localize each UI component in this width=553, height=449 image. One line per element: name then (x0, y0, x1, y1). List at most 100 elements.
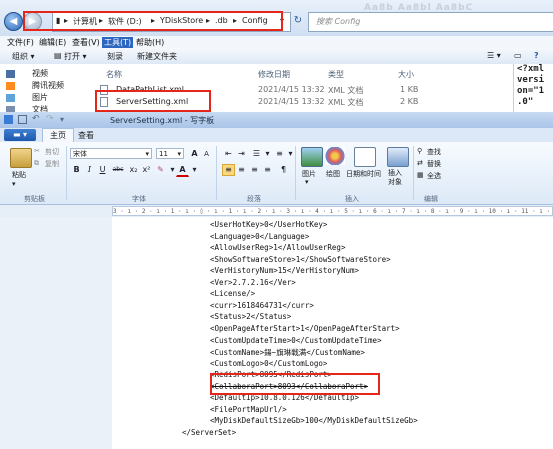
nav-item-pictures[interactable]: 图片 (32, 92, 48, 103)
organize-button[interactable]: 组织 ▾ (12, 51, 35, 62)
cut-button[interactable]: 剪切 (45, 147, 59, 157)
bold-button[interactable]: B (70, 164, 83, 176)
file-menu-arrow: ▾ (23, 130, 28, 139)
group-divider (216, 146, 217, 200)
document-line: <MyDiskDefaultSizeGb>100</MyDiskDefaultS… (210, 416, 418, 426)
file-date: 2021/4/15 13:32 (258, 85, 325, 94)
replace-icon[interactable]: ⇄ (417, 159, 423, 167)
file-size: 2 KB (400, 97, 419, 106)
back-arrow-icon[interactable]: ◀ (4, 12, 23, 31)
menu-help[interactable]: 帮助(H) (136, 37, 164, 48)
align-right-icon[interactable]: ≡ (248, 164, 261, 176)
menu-file[interactable]: 文件(F) (7, 37, 34, 48)
burn-button[interactable]: 刻录 (107, 51, 123, 62)
increase-indent-icon[interactable]: ⇥ (235, 148, 248, 160)
preview-line: .0" (517, 97, 534, 107)
nav-item-tencent-video[interactable]: 腾讯视频 (32, 80, 64, 91)
redo-icon[interactable]: ↷ (46, 115, 55, 124)
column-header-name[interactable]: 名称 (106, 69, 122, 80)
ruler-scale[interactable]: 3 · ı · 2 · ı · 1 · ı · ◊ · ı · 1 · ı · … (112, 206, 553, 216)
menu-edit[interactable]: 编辑(E) (39, 37, 66, 48)
preview-pane-icon[interactable]: ▭ (514, 51, 522, 60)
video-icon (6, 70, 15, 78)
strikethrough-button[interactable]: abc (109, 164, 127, 176)
document-area: <UserHotKey>0</UserHotKey> <Language>0</L… (0, 217, 553, 449)
menu-view[interactable]: 查看(V) (72, 37, 100, 48)
document-line: </ServerSet> (182, 427, 237, 437)
font-size-value: 11 (159, 150, 168, 158)
undo-icon[interactable]: ↶ (32, 115, 41, 124)
binoculars-icon[interactable]: ⚲ (417, 147, 422, 155)
document-line: <OpenPageAfterStart>1</OpenPageAfterStar… (210, 323, 400, 333)
column-header-size[interactable]: 大小 (398, 69, 414, 80)
copy-icon[interactable]: ⧉ (34, 159, 39, 168)
justify-icon[interactable]: ≡ (261, 164, 274, 176)
file-highlight-box (95, 90, 211, 112)
subscript-button[interactable]: x₂ (127, 164, 140, 176)
save-icon[interactable] (18, 115, 27, 124)
view-options-icon[interactable]: ☰ ▾ (487, 51, 501, 60)
paste-dropdown-icon[interactable]: ▾ (12, 180, 16, 188)
align-left-icon[interactable]: ≡ (222, 164, 235, 176)
italic-button[interactable]: I (83, 164, 96, 176)
window-title: ServerSetting.xml - 写字板 (110, 116, 215, 125)
document-line: <UserHotKey>0</UserHotKey> (210, 220, 328, 229)
chevron-down-icon: ▾ (177, 150, 181, 158)
tab-home[interactable]: 主页 (42, 128, 74, 143)
file-type: XML 文档 (328, 98, 364, 107)
shrink-font-icon[interactable]: A (200, 148, 213, 160)
wordpad-window: ↶ ↷ ▾ ServerSetting.xml - 写字板 ▬ ▾ 主页 查看 … (0, 112, 553, 449)
open-button[interactable]: 打开 ▾ (64, 51, 87, 62)
select-all-icon[interactable]: ▦ (417, 171, 424, 179)
preview-line: <?xml (517, 64, 545, 74)
font-size-select[interactable]: 11 ▾ (156, 148, 184, 159)
paragraph-settings-icon[interactable]: ¶ (277, 164, 290, 176)
preview-pane: <?xml versi on="1 .0" (513, 64, 553, 112)
chevron-down-icon[interactable]: ▾ (188, 164, 201, 176)
underline-button[interactable]: U (96, 164, 109, 176)
picture-icon[interactable] (301, 147, 323, 167)
new-folder-button[interactable]: 新建文件夹 (137, 51, 177, 62)
nav-item-videos[interactable]: 视频 (32, 68, 48, 79)
document-line: <FilePortMapUrl/> (210, 404, 287, 414)
document-page[interactable]: <UserHotKey>0</UserHotKey> <Language>0</L… (112, 217, 553, 449)
file-type: XML 文档 (328, 86, 364, 95)
calendar-icon[interactable] (354, 147, 376, 167)
insert-object-icon[interactable] (387, 147, 409, 167)
chevron-down-icon[interactable]: ▾ (305, 178, 309, 186)
refresh-icon[interactable]: ↻ (290, 13, 306, 29)
replace-button[interactable]: 替换 (427, 159, 441, 169)
select-all-button[interactable]: 全选 (427, 171, 441, 181)
file-date: 2021/4/15 13:32 (258, 97, 325, 106)
group-divider (413, 146, 414, 200)
superscript-button[interactable]: x² (140, 164, 153, 176)
paste-label[interactable]: 粘贴 (12, 170, 26, 180)
paint-button[interactable]: 绘图 (326, 169, 340, 179)
column-header-date[interactable]: 修改日期 (258, 69, 290, 80)
document-line: <CustomName>鍚~旗琳戦满</CustomName> (210, 348, 365, 358)
copy-button[interactable]: 复制 (45, 159, 59, 169)
ruler[interactable]: 3 · ı · 2 · ı · 1 · ı · ◊ · ı · 1 · ı · … (0, 205, 553, 217)
insert-group-label: 插入 (345, 195, 359, 203)
document-line: <Ver>2.7.2.16</Ver> (210, 277, 296, 287)
insert-object-button[interactable]: 插入 对象 (388, 169, 402, 187)
help-icon[interactable]: ? (534, 51, 539, 60)
tab-view[interactable]: 查看 (78, 130, 94, 141)
menu-tools[interactable]: 工具(T) (102, 37, 134, 48)
cut-icon[interactable]: ✂ (34, 147, 40, 155)
document-line: <Status>2</Status> (210, 312, 292, 322)
find-button[interactable]: 查找 (427, 147, 441, 157)
align-center-icon[interactable]: ≡ (235, 164, 248, 176)
document-line: <License/> (210, 289, 256, 299)
group-divider (295, 146, 296, 200)
column-header-type[interactable]: 类型 (328, 69, 344, 80)
paste-icon[interactable] (10, 148, 32, 168)
customize-toolbar-icon[interactable]: ▾ (60, 115, 69, 124)
font-family-select[interactable]: 宋体 ▾ (70, 148, 152, 159)
group-divider (66, 146, 67, 200)
datetime-button[interactable]: 日期和时间 (346, 169, 381, 179)
file-menu-button[interactable]: ▬ ▾ (4, 129, 36, 141)
search-input[interactable]: 搜索 Config (308, 12, 553, 32)
paint-icon[interactable] (325, 147, 345, 165)
decrease-indent-icon[interactable]: ⇤ (222, 148, 235, 160)
